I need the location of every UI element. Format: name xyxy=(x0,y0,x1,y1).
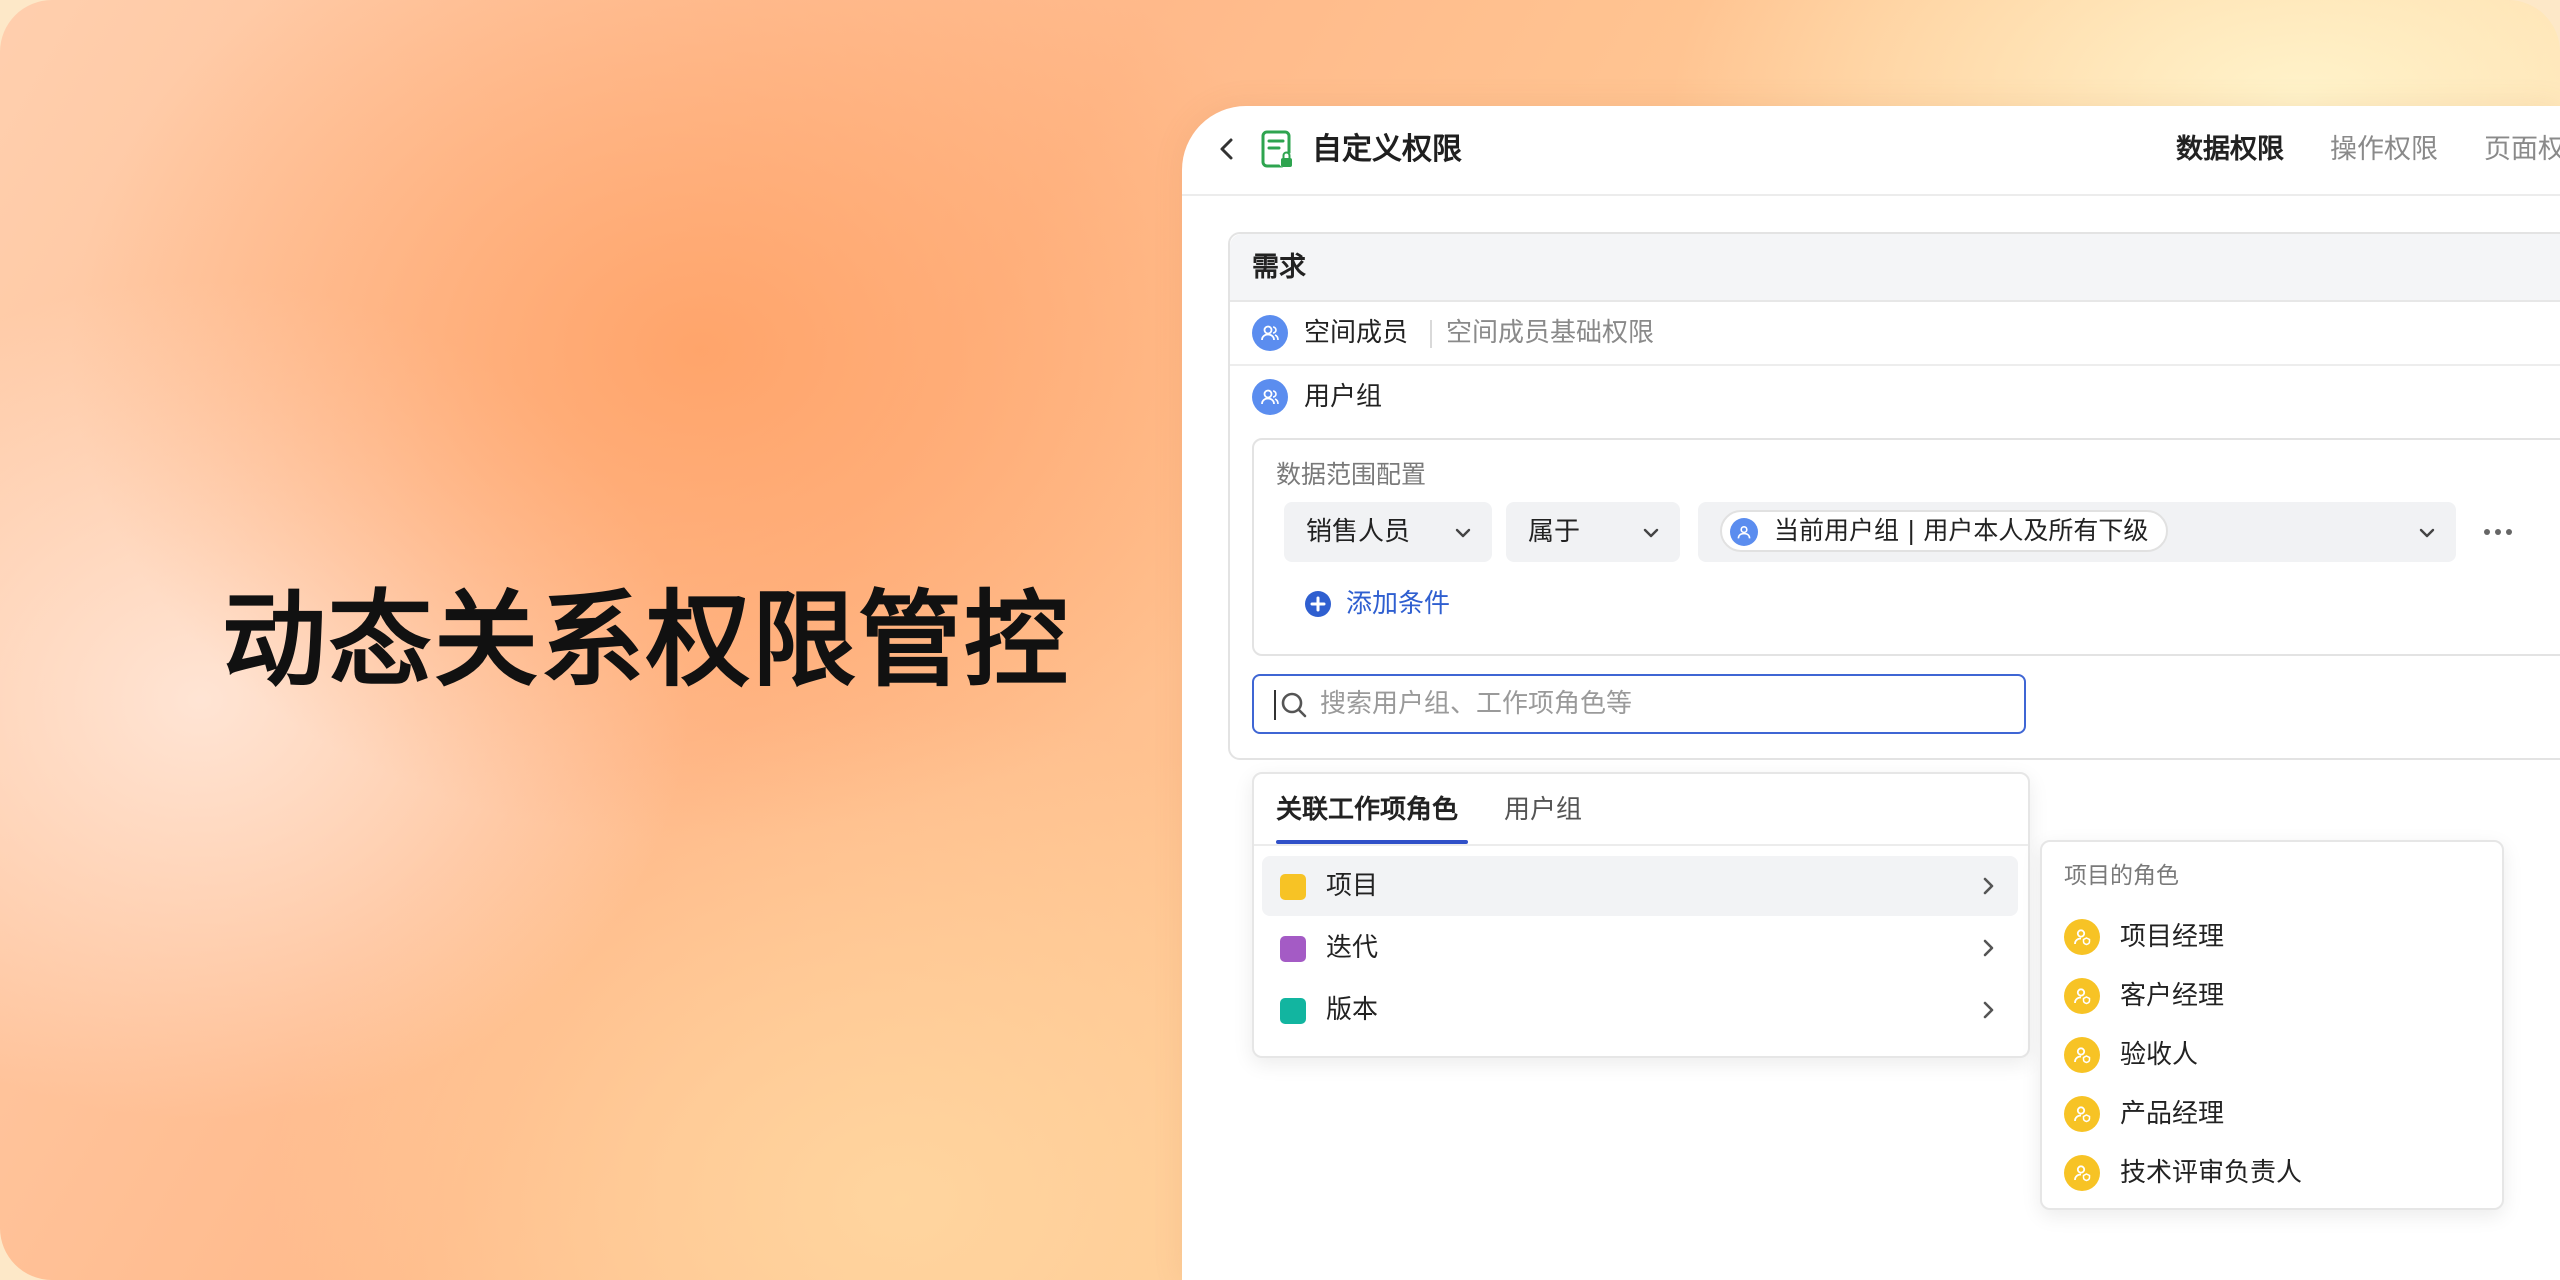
dropdown-item-iteration[interactable]: 迭代 xyxy=(1262,918,2018,978)
top-bar: 自定义权限 数据权限 操作权限 页面权 xyxy=(1182,106,2560,196)
row-space-member[interactable]: 空间成员 空间成员基础权限 xyxy=(1230,302,2560,366)
chevron-down-icon xyxy=(1643,528,1659,538)
search-input[interactable] xyxy=(1320,684,2000,724)
field-select[interactable]: 销售人员 xyxy=(1284,502,1492,562)
role-dropdown: 关联工作项角色 用户组 项目 迭代 版本 xyxy=(1252,772,2030,1058)
tab-page-permission[interactable]: 页面权 xyxy=(2484,128,2560,172)
color-swatch xyxy=(1280,874,1306,900)
document-lock-icon xyxy=(1261,130,1294,168)
role-icon xyxy=(2064,919,2100,955)
dropdown-item-label: 项目 xyxy=(1326,871,1379,901)
role-item[interactable]: 技术评审负责人 xyxy=(2064,1148,2484,1198)
role-item[interactable]: 客户经理 xyxy=(2064,971,2484,1021)
tab-operation-permission[interactable]: 操作权限 xyxy=(2330,128,2438,172)
chevron-right-icon xyxy=(1983,1001,1994,1019)
role-label: 项目经理 xyxy=(2120,922,2225,952)
card-title: 需求 xyxy=(1252,252,1306,283)
chevron-right-icon xyxy=(1983,877,1994,895)
value-select[interactable]: 当前用户组 | 用户本人及所有下级 xyxy=(1698,502,2456,562)
role-icon xyxy=(2064,1155,2100,1191)
card-header: 需求 xyxy=(1230,234,2560,302)
role-icon xyxy=(2064,978,2100,1014)
row-label: 用户组 xyxy=(1304,382,1383,412)
data-scope-config: 数据范围配置 销售人员 属于 当前用户组 | 用户本人及所有下级 添加条件 xyxy=(1252,438,2560,656)
user-group-icon xyxy=(1252,379,1288,415)
requirement-card: 需求 空间成员 空间成员基础权限 用户组 数据范围配置 销售人员 属于 当前用户… xyxy=(1228,232,2560,760)
role-label: 产品经理 xyxy=(2120,1099,2225,1129)
color-swatch xyxy=(1280,998,1306,1024)
dropdown-item-project[interactable]: 项目 xyxy=(1262,856,2018,916)
dropdown-item-version[interactable]: 版本 xyxy=(1262,980,2018,1040)
tab-data-permission[interactable]: 数据权限 xyxy=(2176,128,2284,172)
scope-title: 数据范围配置 xyxy=(1276,460,1427,489)
row-label: 空间成员 xyxy=(1304,318,1409,348)
role-icon xyxy=(2064,1037,2100,1073)
submenu-title: 项目的角色 xyxy=(2064,863,2179,889)
add-condition-label: 添加条件 xyxy=(1346,589,1451,619)
more-options-icon[interactable] xyxy=(2480,522,2516,542)
role-label: 验收人 xyxy=(2120,1040,2199,1070)
role-label: 客户经理 xyxy=(2120,981,2225,1011)
back-arrow-icon[interactable] xyxy=(1212,134,1242,164)
role-item[interactable]: 项目经理 xyxy=(2064,912,2484,962)
search-icon xyxy=(1281,692,1307,718)
row-user-group[interactable]: 用户组 xyxy=(1230,366,2560,428)
permission-panel: 自定义权限 数据权限 操作权限 页面权 需求 空间成员 空间成员基础权限 用户组… xyxy=(1182,106,2560,1280)
role-item[interactable]: 产品经理 xyxy=(2064,1089,2484,1139)
operator-select-value: 属于 xyxy=(1528,517,1581,547)
search-box[interactable] xyxy=(1252,674,2026,734)
chevron-right-icon xyxy=(1983,939,1994,957)
chevron-down-icon xyxy=(2419,528,2435,538)
operator-select[interactable]: 属于 xyxy=(1506,502,1680,562)
active-tab-indicator xyxy=(1276,840,1468,844)
color-swatch xyxy=(1280,936,1306,962)
tab-user-groups[interactable]: 用户组 xyxy=(1504,790,1582,830)
top-tabs: 数据权限 操作权限 页面权 xyxy=(2176,128,2560,172)
tab-related-roles[interactable]: 关联工作项角色 xyxy=(1276,790,1458,830)
project-roles-submenu: 项目的角色 项目经理 客户经理 验收人 产品经理 技术评审负责人 xyxy=(2040,840,2504,1210)
dropdown-tabs: 关联工作项角色 用户组 xyxy=(1254,774,2028,846)
role-icon xyxy=(2064,1096,2100,1132)
user-icon xyxy=(1252,315,1288,351)
value-chip-label: 当前用户组 | 用户本人及所有下级 xyxy=(1774,516,2149,545)
value-chip[interactable]: 当前用户组 | 用户本人及所有下级 xyxy=(1720,510,2169,552)
plus-circle-icon xyxy=(1305,591,1331,617)
dropdown-item-label: 迭代 xyxy=(1326,933,1379,963)
row-description: 空间成员基础权限 xyxy=(1446,318,1655,348)
field-select-value: 销售人员 xyxy=(1306,517,1411,547)
chevron-down-icon xyxy=(1455,528,1471,538)
text-caret xyxy=(1274,690,1276,720)
hero-title: 动态关系权限管控 xyxy=(222,579,1071,701)
dropdown-item-label: 版本 xyxy=(1326,995,1379,1025)
divider xyxy=(1430,320,1432,348)
role-item[interactable]: 验收人 xyxy=(2064,1030,2484,1080)
role-label: 技术评审负责人 xyxy=(2120,1158,2303,1188)
page-title: 自定义权限 xyxy=(1312,132,1462,167)
user-icon xyxy=(1730,518,1758,546)
